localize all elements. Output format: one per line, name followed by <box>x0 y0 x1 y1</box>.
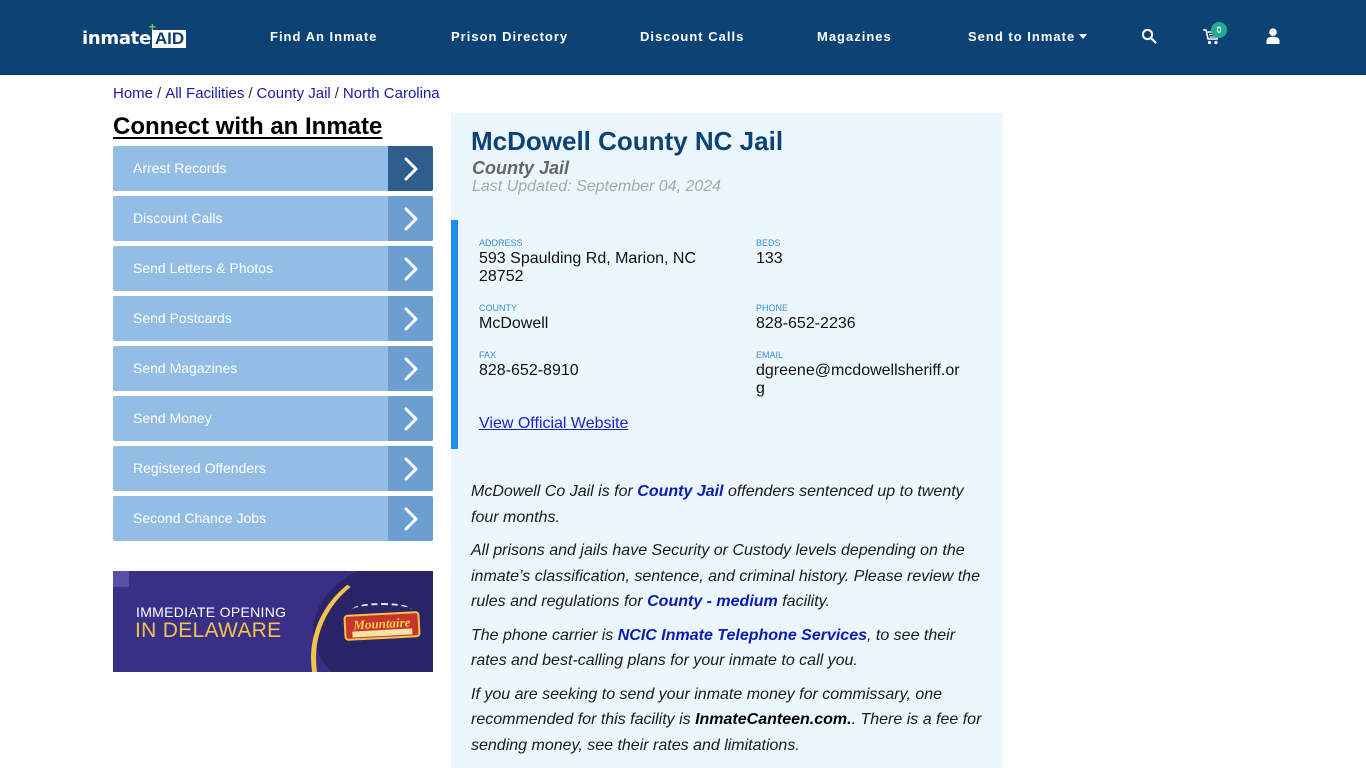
facility-card: McDowell County NC Jail County Jail Last… <box>451 113 1003 768</box>
logo-text-aid: + AID <box>149 21 187 48</box>
breadcrumb-separator: / <box>248 85 253 102</box>
caret-down-icon <box>1079 34 1088 39</box>
nav-send-to-inmate-label: Send to Inmate <box>968 29 1076 44</box>
sidebar-item-label: Arrest Records <box>133 160 227 176</box>
description-text: facility. <box>777 593 830 610</box>
sidebar-item-send-postcards[interactable]: Send Postcards <box>113 296 433 341</box>
sidebar-item-label: Discount Calls <box>133 210 223 226</box>
ad-subheadline: IN DELAWARE <box>135 619 282 642</box>
sidebar-item-label: Registered Offenders <box>133 460 266 476</box>
security-level-link[interactable]: County - medium <box>647 593 778 610</box>
sidebar-item-label: Send Postcards <box>133 310 232 326</box>
address-label: ADDRESS <box>479 238 523 248</box>
sidebar-item-send-letters-photos[interactable]: Send Letters & Photos <box>113 246 433 291</box>
email-value[interactable]: dgreene@mcdowellsheriff.org <box>756 362 968 398</box>
sidebar-item-label: Send Money <box>133 410 212 426</box>
fax-value: 828-652-8910 <box>479 362 579 379</box>
inmateaid-logo[interactable]: inmate + AID <box>82 21 187 49</box>
beds-field: BEDS 133 <box>756 237 783 268</box>
description-paragraph: McDowell Co Jail is for County Jail offe… <box>471 479 991 530</box>
county-label: COUNTY <box>479 303 517 313</box>
chevron-right-icon <box>388 296 433 341</box>
email-label: EMAIL <box>756 350 784 360</box>
sidebar-item-label: Second Chance Jobs <box>133 510 267 526</box>
phone-field: PHONE 828-652-2236 <box>756 302 856 333</box>
sidebar-item-label: Send Magazines <box>133 360 238 376</box>
county-field: COUNTY McDowell <box>479 302 548 333</box>
ad-headline: IMMEDIATE OPENING <box>136 604 287 620</box>
nav-find-an-inmate[interactable]: Find An Inmate <box>270 29 377 44</box>
breadcrumb-home[interactable]: Home <box>113 85 153 102</box>
chevron-right-icon <box>388 396 433 441</box>
ad-brand-logo: Mountaire <box>343 611 421 641</box>
phone-carrier-link[interactable]: NCIC Inmate Telephone Services <box>618 627 867 644</box>
nav-discount-calls[interactable]: Discount Calls <box>640 29 744 44</box>
sidebar-item-send-magazines[interactable]: Send Magazines <box>113 346 433 391</box>
sidebar-item-registered-offenders[interactable]: Registered Offenders <box>113 446 433 491</box>
breadcrumb-separator: / <box>334 85 339 102</box>
facility-description: McDowell Co Jail is for County Jail offe… <box>471 479 991 766</box>
breadcrumb-north-carolina[interactable]: North Carolina <box>343 85 440 102</box>
breadcrumb-separator: / <box>157 85 162 102</box>
logo-plus-icon: + <box>148 20 156 34</box>
chevron-right-icon <box>388 146 433 191</box>
county-jail-link[interactable]: County Jail <box>637 483 723 500</box>
view-official-website-link[interactable]: View Official Website <box>479 415 628 433</box>
beds-label: BEDS <box>756 238 781 248</box>
nav-send-to-inmate[interactable]: Send to Inmate <box>968 29 1088 44</box>
description-paragraph: The phone carrier is NCIC Inmate Telepho… <box>471 623 991 674</box>
facility-name: McDowell County NC Jail <box>471 126 784 156</box>
top-navbar: inmate + AID Find An Inmate Prison Direc… <box>0 0 1366 75</box>
fax-field: FAX 828-652-8910 <box>479 349 579 380</box>
facility-type: County Jail <box>472 158 570 178</box>
phone-value[interactable]: 828-652-2236 <box>756 315 856 333</box>
connect-with-inmate-heading: Connect with an Inmate <box>113 113 383 140</box>
email-field: EMAIL dgreene@mcdowellsheriff.org <box>756 349 968 398</box>
logo-aid-label: AID <box>154 29 185 48</box>
ad-decoration <box>113 571 129 587</box>
search-icon[interactable] <box>1141 28 1157 44</box>
sidebar-item-second-chance-jobs[interactable]: Second Chance Jobs <box>113 496 433 541</box>
phone-label: PHONE <box>756 303 789 313</box>
fax-label: FAX <box>479 350 497 360</box>
address-field: ADDRESS 593 Spaulding Rd, Marion, NC 287… <box>479 237 699 286</box>
address-value: 593 Spaulding Rd, Marion, NC 28752 <box>479 250 697 285</box>
facility-info-box: ADDRESS 593 Spaulding Rd, Marion, NC 287… <box>451 220 1003 449</box>
description-paragraph: If you are seeking to send your inmate m… <box>471 682 991 759</box>
description-text: McDowell Co Jail is for <box>471 483 638 500</box>
chevron-right-icon <box>388 496 433 541</box>
cart-count-badge: 0 <box>1211 22 1227 38</box>
sidebar-item-arrest-records[interactable]: Arrest Records <box>113 146 433 191</box>
sidebar-item-send-money[interactable]: Send Money <box>113 396 433 441</box>
county-value: McDowell <box>479 315 549 332</box>
breadcrumb-county-jail[interactable]: County Jail <box>257 85 331 102</box>
breadcrumb: Home / All Facilities / County Jail / North Ca… <box>113 85 440 102</box>
sidebar-item-label: Send Letters & Photos <box>133 260 274 276</box>
commissary-provider: InmateCanteen.com. <box>695 711 852 728</box>
breadcrumb-all-facilities[interactable]: All Facilities <box>165 85 244 102</box>
nav-prison-directory[interactable]: Prison Directory <box>451 29 568 44</box>
chevron-right-icon <box>388 346 433 391</box>
last-updated: Last Updated: September 04, 2024 <box>472 178 722 195</box>
description-text: The phone carrier is <box>471 626 618 644</box>
sidebar-item-discount-calls[interactable]: Discount Calls <box>113 196 433 241</box>
description-paragraph: All prisons and jails have Security or C… <box>471 538 991 615</box>
advertisement-banner[interactable]: IMMEDIATE OPENING IN DELAWARE Mountaire <box>113 571 433 672</box>
user-icon[interactable] <box>1266 28 1280 44</box>
chevron-right-icon <box>388 196 433 241</box>
chevron-right-icon <box>388 246 433 291</box>
sidebar-menu: Arrest Records Discount Calls Send Lette… <box>113 146 433 546</box>
logo-text-inmate: inmate <box>82 28 151 49</box>
beds-value: 133 <box>756 250 783 267</box>
chevron-right-icon <box>388 446 433 491</box>
nav-magazines[interactable]: Magazines <box>817 29 892 44</box>
